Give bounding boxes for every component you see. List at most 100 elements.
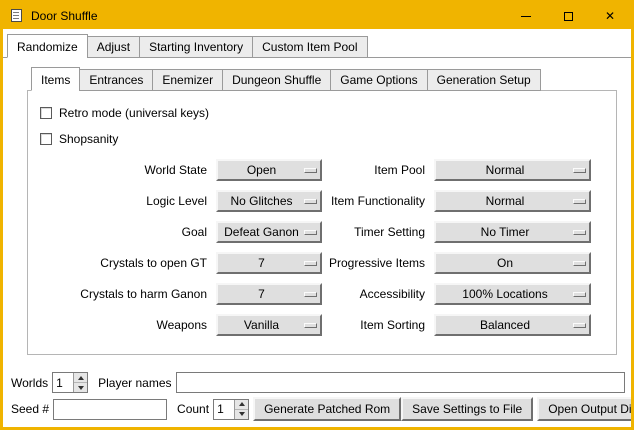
minimize-icon (521, 16, 531, 17)
footer: Worlds Player names Seed # Count (3, 364, 631, 427)
item-pool-dropdown[interactable]: Normal (434, 159, 591, 181)
dropdown-indicator-icon (304, 261, 317, 266)
crystals-open-gt-dropdown[interactable]: 7 (216, 252, 322, 274)
worlds-decrement-arrow-icon[interactable] (74, 383, 87, 392)
items-pane: Retro mode (universal keys) Shopsanity W… (27, 90, 617, 355)
timer-setting-label: Timer Setting (328, 225, 434, 239)
worlds-row: Worlds Player names (9, 372, 625, 393)
worlds-stepper (52, 372, 88, 393)
shopsanity-checkbox-row: Shopsanity (40, 129, 608, 149)
maximize-button[interactable] (547, 3, 589, 29)
item-pool-row: Item Pool Normal (328, 159, 591, 181)
tab-dungeon-shuffle[interactable]: Dungeon Shuffle (222, 69, 331, 91)
goal-row: Goal Defeat Ganon (36, 221, 322, 243)
retro-mode-label: Retro mode (universal keys) (59, 106, 209, 120)
tab-generation-setup[interactable]: Generation Setup (427, 69, 541, 91)
world-state-row: World State Open (36, 159, 322, 181)
crystals-harm-ganon-label: Crystals to harm Ganon (36, 287, 216, 301)
retro-mode-checkbox-row: Retro mode (universal keys) (40, 103, 608, 123)
progressive-items-row: Progressive Items On (328, 252, 591, 274)
dropdown-indicator-icon (573, 199, 586, 204)
item-sorting-dropdown[interactable]: Balanced (434, 314, 591, 336)
item-functionality-dropdown[interactable]: Normal (434, 190, 591, 212)
titlebar: Door Shuffle ✕ (3, 3, 631, 29)
tab-starting-inventory[interactable]: Starting Inventory (139, 36, 253, 58)
tab-custom-item-pool[interactable]: Custom Item Pool (252, 36, 367, 58)
progressive-items-value: On (439, 256, 571, 270)
settings-grid: World State Open Logic Level No Glitches (36, 159, 608, 336)
tab-entrances[interactable]: Entrances (79, 69, 153, 91)
count-decrement-arrow-icon[interactable] (235, 410, 248, 419)
sub-tabstrip: Items Entrances Enemizer Dungeon Shuffle… (27, 67, 617, 90)
item-functionality-value: Normal (439, 194, 571, 208)
item-pool-value: Normal (439, 163, 571, 177)
weapons-row: Weapons Vanilla (36, 314, 322, 336)
dropdown-indicator-icon (573, 230, 586, 235)
weapons-value: Vanilla (221, 318, 302, 332)
settings-column-right: Item Pool Normal Item Functionality Norm… (328, 159, 591, 336)
crystals-harm-ganon-dropdown[interactable]: 7 (216, 283, 322, 305)
settings-column-left: World State Open Logic Level No Glitches (36, 159, 322, 336)
worlds-increment-arrow-icon[interactable] (74, 373, 87, 383)
close-icon: ✕ (605, 10, 615, 22)
item-pool-label: Item Pool (328, 163, 434, 177)
count-input[interactable] (214, 400, 234, 419)
item-sorting-label: Item Sorting (328, 318, 434, 332)
tab-adjust[interactable]: Adjust (87, 36, 140, 58)
open-output-directory-button[interactable]: Open Output Directory (537, 397, 634, 421)
item-functionality-row: Item Functionality Normal (328, 190, 591, 212)
seed-row: Seed # Count Generate Patched Rom Save S… (9, 397, 625, 421)
weapons-dropdown[interactable]: Vanilla (216, 314, 322, 336)
minimize-button[interactable] (505, 3, 547, 29)
logic-level-dropdown[interactable]: No Glitches (216, 190, 322, 212)
shopsanity-label: Shopsanity (59, 132, 118, 146)
tab-game-options[interactable]: Game Options (330, 69, 427, 91)
generate-patched-rom-button[interactable]: Generate Patched Rom (253, 397, 401, 421)
goal-value: Defeat Ganon (221, 225, 302, 239)
progressive-items-dropdown[interactable]: On (434, 252, 591, 274)
dropdown-indicator-icon (304, 168, 317, 173)
crystals-harm-ganon-row: Crystals to harm Ganon 7 (36, 283, 322, 305)
save-settings-button[interactable]: Save Settings to File (401, 397, 533, 421)
player-names-label: Player names (88, 376, 175, 390)
item-sorting-value: Balanced (439, 318, 571, 332)
progressive-items-label: Progressive Items (328, 256, 434, 270)
tab-items[interactable]: Items (31, 67, 80, 91)
sub-notebook: Items Entrances Enemizer Dungeon Shuffle… (27, 67, 617, 355)
dropdown-indicator-icon (573, 168, 586, 173)
count-increment-arrow-icon[interactable] (235, 400, 248, 410)
world-state-dropdown[interactable]: Open (216, 159, 322, 181)
seed-input[interactable] (53, 399, 167, 420)
timer-setting-row: Timer Setting No Timer (328, 221, 591, 243)
player-names-input[interactable] (176, 372, 626, 393)
timer-setting-dropdown[interactable]: No Timer (434, 221, 591, 243)
crystals-open-gt-row: Crystals to open GT 7 (36, 252, 322, 274)
dropdown-indicator-icon (573, 261, 586, 266)
accessibility-dropdown[interactable]: 100% Locations (434, 283, 591, 305)
shopsanity-checkbox[interactable] (40, 133, 52, 145)
accessibility-value: 100% Locations (439, 287, 571, 301)
logic-level-value: No Glitches (221, 194, 302, 208)
item-functionality-label: Item Functionality (328, 194, 434, 208)
close-button[interactable]: ✕ (589, 3, 631, 29)
dropdown-indicator-icon (304, 292, 317, 297)
logic-level-label: Logic Level (36, 194, 216, 208)
count-stepper (213, 399, 249, 420)
timer-setting-value: No Timer (439, 225, 571, 239)
seed-label: Seed # (9, 402, 53, 416)
retro-mode-checkbox[interactable] (40, 107, 52, 119)
crystals-harm-ganon-value: 7 (221, 287, 302, 301)
tab-randomize[interactable]: Randomize (7, 34, 88, 58)
weapons-label: Weapons (36, 318, 216, 332)
worlds-input[interactable] (53, 373, 73, 392)
maximize-icon (564, 12, 573, 21)
app-icon (9, 8, 25, 24)
tab-enemizer[interactable]: Enemizer (152, 69, 223, 91)
item-sorting-row: Item Sorting Balanced (328, 314, 591, 336)
main-tabstrip: Randomize Adjust Starting Inventory Cust… (3, 29, 631, 58)
world-state-label: World State (36, 163, 216, 177)
crystals-open-gt-value: 7 (221, 256, 302, 270)
goal-dropdown[interactable]: Defeat Ganon (216, 221, 322, 243)
app-window: Door Shuffle ✕ Randomize Adjust Starting… (0, 0, 634, 430)
randomize-pane: Items Entrances Enemizer Dungeon Shuffle… (3, 58, 631, 427)
